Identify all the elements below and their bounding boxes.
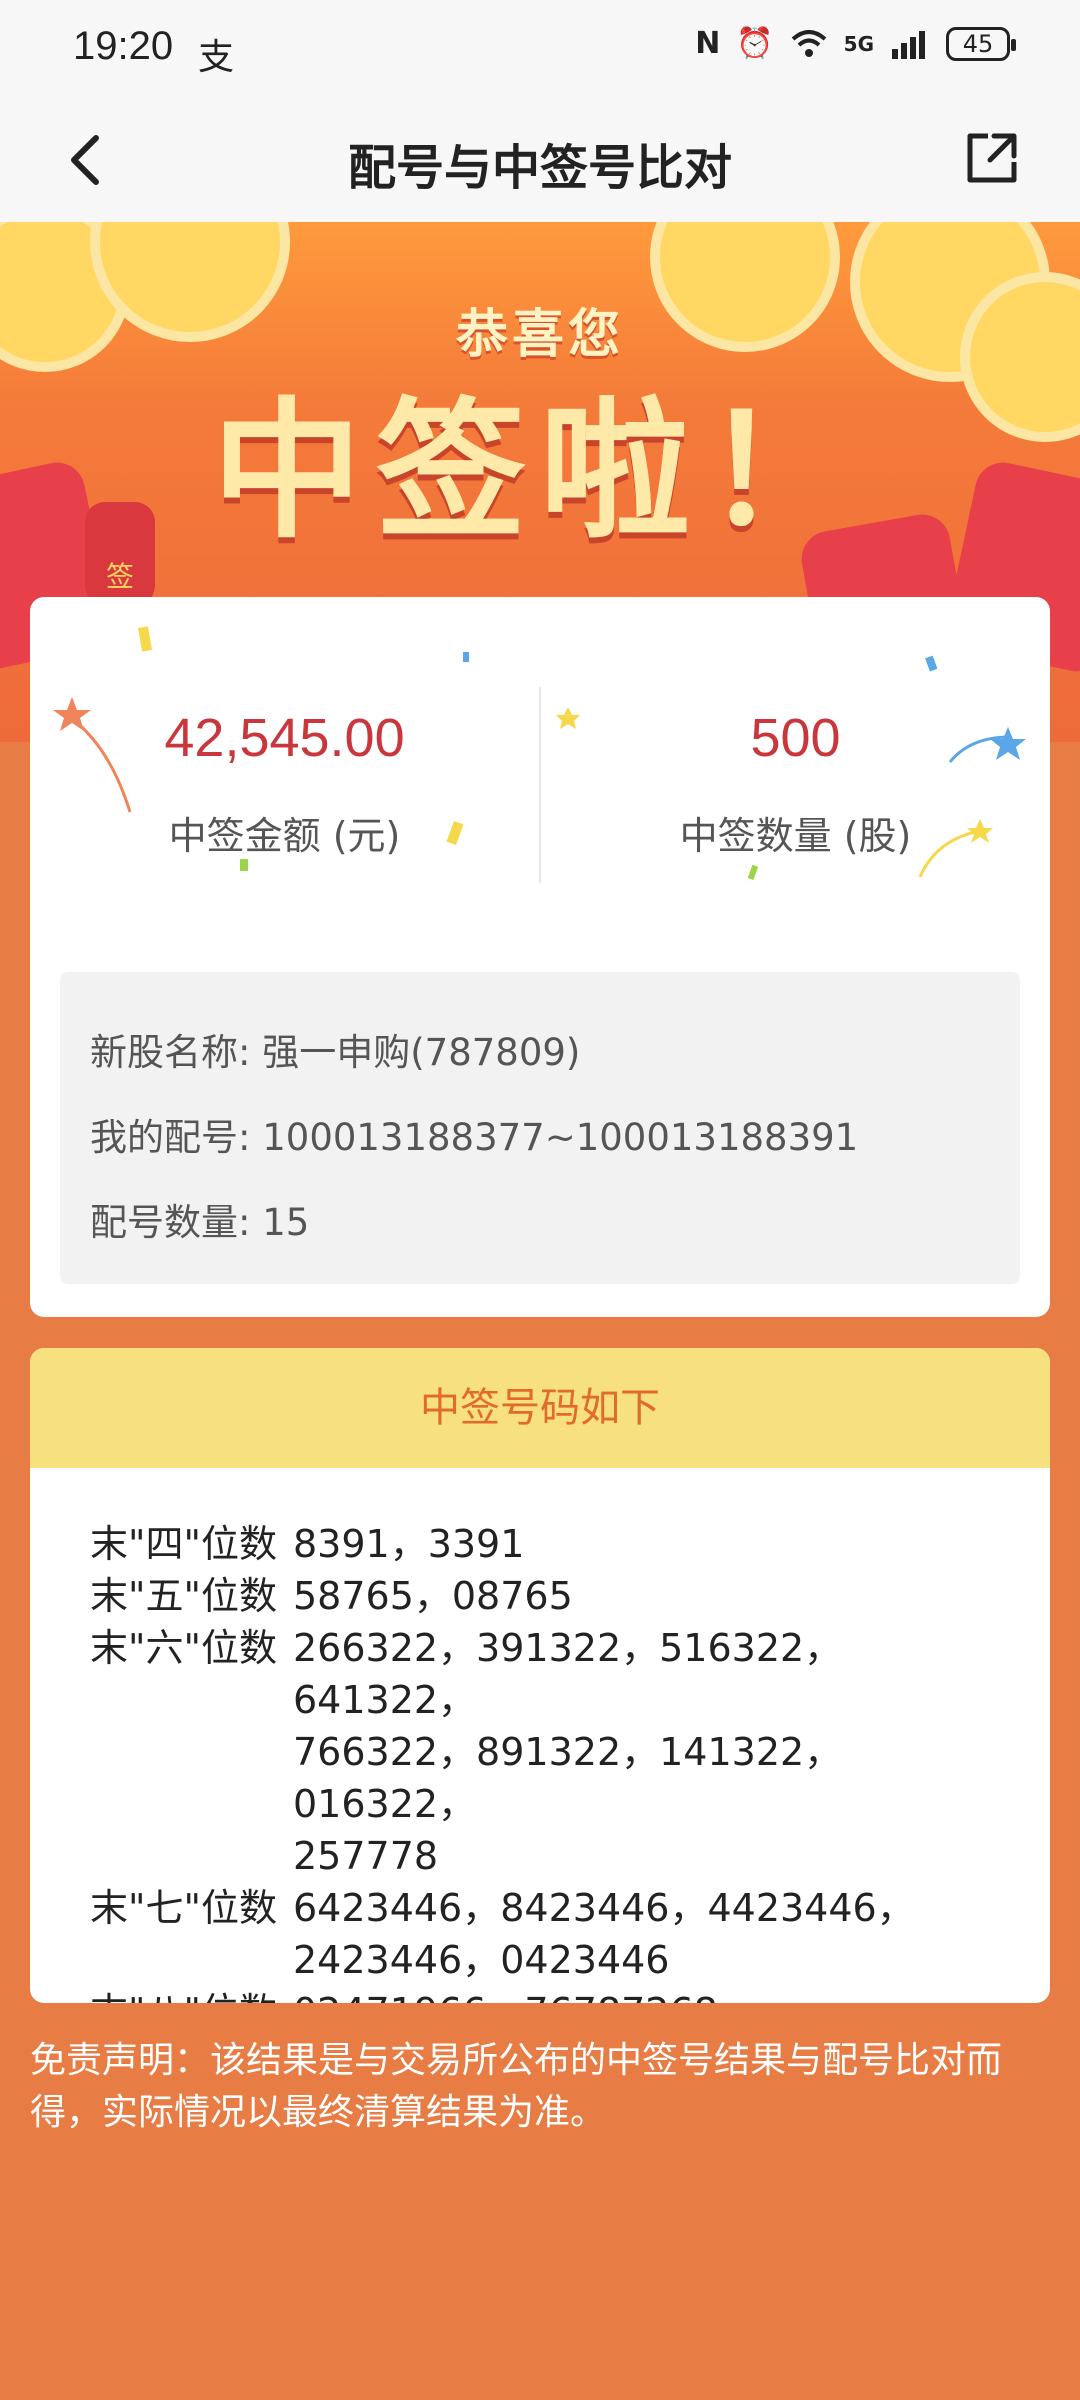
winning-row-values: 6423446，8423446，4423446， 2423446，0423446 xyxy=(293,1882,1010,1986)
winning-row: 末"七"位数 6423446，8423446，4423446， 2423446，… xyxy=(90,1882,1010,1986)
winning-row-label: 末"四"位数 xyxy=(90,1522,277,1566)
alarm-icon: ⏰ xyxy=(736,26,774,61)
status-icons: N ⏰ 5G 45 xyxy=(695,26,1016,61)
signal-icon xyxy=(892,30,925,59)
winning-row-values: 8391，3391 xyxy=(293,1518,1010,1570)
banner-title: 中签啦！ xyxy=(211,385,868,559)
winning-numbers-line: 6423446，8423446，4423446， xyxy=(293,1886,915,1930)
winning-numbers-header: 中签号码如下 xyxy=(30,1348,1050,1468)
battery-icon: 45 xyxy=(946,26,1016,61)
stock-name-label: 新股名称: xyxy=(90,1031,251,1074)
winning-numbers-line: 766322，891322，141322，016322， xyxy=(293,1730,843,1826)
nav-bar: 配号与中签号比对 xyxy=(0,100,1080,223)
winning-numbers-line: 02471966，76787268 xyxy=(293,1986,1010,2003)
stock-name-row: 新股名称: 强一申购(787809) xyxy=(90,1022,580,1076)
winning-row-label: 末"八"位数 xyxy=(90,1986,293,2003)
winning-row-values: 58765，08765 xyxy=(293,1570,1010,1622)
winning-row: 末"四"位数 8391，3391 xyxy=(90,1518,1010,1570)
nfc-icon: N xyxy=(695,26,721,61)
status-time: 19:20 xyxy=(73,24,174,68)
quantity-value: 500 xyxy=(750,708,841,768)
number-count-value: 15 xyxy=(262,1201,310,1244)
subscription-info: 新股名称: 强一申购(787809) 我的配号: 100013188377~10… xyxy=(60,972,1020,1284)
winning-row-values: 02471966，76787268 xyxy=(293,1986,1010,2003)
winning-row-values: 266322，391322，516322，641322， 766322，8913… xyxy=(293,1622,1010,1882)
winning-numbers-list: 末"四"位数 8391，3391 末"五"位数 58765，08765 末"六"… xyxy=(90,1518,1010,2003)
amount-label: 中签金额 (元) xyxy=(168,814,401,858)
status-bar: 19:20 支 N ⏰ 5G 45 xyxy=(0,0,1080,100)
amount-value: 42,545.00 xyxy=(164,708,405,768)
winning-numbers-line: 266322，391322，516322，641322， xyxy=(293,1626,843,1722)
signal-label: 5G xyxy=(843,31,874,56)
number-count-label: 配号数量: xyxy=(90,1201,251,1244)
number-count-row: 配号数量: 15 xyxy=(90,1192,309,1246)
summary-card: 42,545.00 中签金额 (元) 500 中签数量 (股) 新股名称: 强一… xyxy=(30,597,1050,1317)
winning-numbers-card: 中签号码如下 末"四"位数 8391，3391 末"五"位数 58765，087… xyxy=(30,1348,1050,2003)
winning-numbers-line: 58765，08765 xyxy=(293,1574,573,1618)
winning-row: 末"六"位数 266322，391322，516322，641322， 7663… xyxy=(90,1622,1010,1882)
battery-level: 45 xyxy=(962,29,994,58)
winning-row: 末"八"位数 02471966，76787268 xyxy=(90,1986,1010,2003)
amount-stat: 42,545.00 中签金额 (元) xyxy=(30,707,539,860)
disclaimer-text: 免责声明：该结果是与交易所公布的中签号结果与配号比对而得，实际情况以最终清算结果… xyxy=(30,2040,1003,2133)
winning-row-label: 末"七"位数 xyxy=(90,1886,277,1930)
share-icon[interactable] xyxy=(962,128,1022,188)
my-numbers-label: 我的配号: xyxy=(90,1116,251,1159)
winning-row-label: 末"五"位数 xyxy=(90,1574,277,1618)
stock-name-value: 强一申购(787809) xyxy=(262,1031,581,1074)
my-numbers-row: 我的配号: 100013188377~100013188391 xyxy=(90,1107,858,1161)
page-title: 配号与中签号比对 xyxy=(347,140,732,196)
winning-numbers-line: 2423446，0423446 xyxy=(293,1938,670,1982)
winning-numbers-line: 257778 xyxy=(293,1834,439,1878)
winning-numbers-line: 8391，3391 xyxy=(293,1522,525,1566)
wifi-icon xyxy=(791,29,826,57)
my-numbers-value: 100013188377~100013188391 xyxy=(262,1116,859,1159)
alipay-icon: 支 xyxy=(198,37,235,78)
winning-row-label: 末"六"位数 xyxy=(90,1626,277,1670)
quantity-stat: 500 中签数量 (股) xyxy=(541,707,1050,860)
quantity-label: 中签数量 (股) xyxy=(679,814,912,858)
winning-row: 末"五"位数 58765，08765 xyxy=(90,1570,1010,1622)
